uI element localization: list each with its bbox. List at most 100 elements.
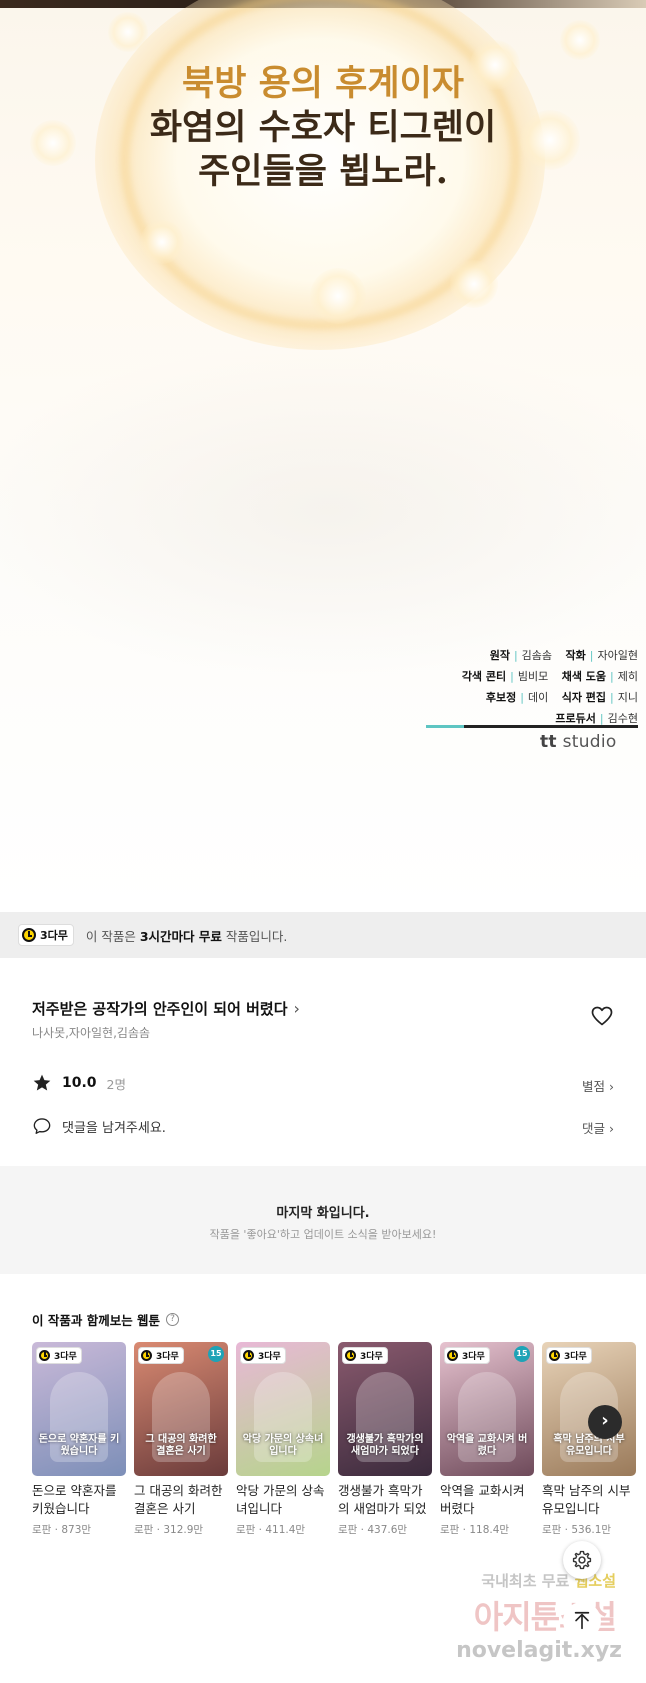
recommendation-title-text: 이 작품과 함께보는 웹툰 <box>32 1313 161 1328</box>
last-episode-title: 마지막 화입니다. <box>276 1206 370 1221</box>
last-episode-banner: 마지막 화입니다. 작품을 '좋아요'하고 업데이트 소식을 받아보세요! <box>0 1166 646 1274</box>
credit-separator: | <box>513 649 518 662</box>
recommendation-carousel: 돈으로 약혼자를 키웠습니다 3다무 돈으로 약혼자를 키웠습니다 로판 · 873만… <box>32 1342 646 1552</box>
notice-highlight: 3시간마다 무료 <box>139 928 222 944</box>
recommendation-cover[interactable]: 악당 가문의 상속녀입니다 3다무 <box>236 1342 330 1476</box>
star-icon <box>33 1074 51 1091</box>
comic-mist <box>0 340 646 680</box>
recommendation-card[interactable]: 악당 가문의 상속녀입니다 3다무 악당 가문의 상속녀입니다 로판 · 411.4만 <box>236 1342 330 1537</box>
badge-label: 3다무 <box>462 1352 485 1362</box>
rating-count: 2명 <box>106 1076 126 1092</box>
credit-role: 채색 도움 <box>561 670 607 683</box>
credit-separator: | <box>610 670 614 683</box>
work-title-link[interactable]: 저주받은 공작가의 안주인이 되어 버렸다 › <box>32 998 300 1019</box>
three-hour-free-badge: 3다무 <box>138 1346 184 1365</box>
recommendation-meta: 로판 · 118.4만 <box>440 1524 510 1536</box>
comment-link[interactable]: 댓글 › <box>582 1118 614 1137</box>
comment-prompt[interactable]: 댓글을 남겨주세요. <box>32 1116 166 1136</box>
credit-divider-bar <box>426 725 638 728</box>
recommendation-genre: 로판 <box>134 1524 154 1536</box>
credit-separator: | <box>599 712 604 725</box>
studio-logo: tt studio <box>540 732 617 752</box>
clock-icon <box>141 1350 152 1361</box>
recommendation-cover[interactable]: 그 대공의 화려한 결혼은 사기 3다무 15 <box>134 1342 228 1476</box>
three-hour-free-badge: 3다무 <box>342 1346 388 1365</box>
recommendation-views: 312.9만 <box>163 1524 204 1536</box>
work-title: 저주받은 공작가의 안주인이 되어 버렸다 <box>32 1000 288 1018</box>
recommendation-title[interactable]: 돈으로 약혼자를 키웠습니다 <box>32 1482 126 1518</box>
age-rating-badge: 15 <box>208 1346 224 1362</box>
recommendation-title[interactable]: 악역을 교화시켜 버렸다 <box>440 1482 534 1518</box>
viewer-settings-button[interactable] <box>563 1541 601 1579</box>
recommendation-section: 이 작품과 함께보는 웹툰 ? 돈으로 약혼자를 키웠습니다 3다무 돈으로 약혼자… <box>0 1280 646 1564</box>
cover-title-logo: 악당 가문의 상속녀입니다 <box>242 1434 324 1457</box>
cover-title-logo: 흑막 남주의 시부 유모입니다 <box>553 1434 625 1457</box>
recommendation-meta: 로판 · 873만 <box>32 1524 92 1536</box>
recommendation-cover[interactable]: 흑막 남주의 시부 유모입니다 3다무 <box>542 1342 636 1476</box>
recommendation-cover[interactable]: 갱생불가 흑막가의 새엄마가 되었다 3다무 <box>338 1342 432 1476</box>
badge-label: 3다무 <box>258 1352 281 1362</box>
help-icon[interactable]: ? <box>166 1313 180 1326</box>
three-hour-free-badge: 3다무 <box>444 1346 490 1365</box>
recommendation-card[interactable]: 갱생불가 흑막가의 새엄마가 되었다 3다무갱생불가 흑막가의 새엄마가 되었다로… <box>338 1342 432 1537</box>
clock-icon <box>345 1350 356 1361</box>
credit-role: 원작 <box>489 649 510 662</box>
notice-suffix: 작품입니다. <box>221 928 288 944</box>
cover-title-logo: 악역을 교화시켜 버렸다 <box>446 1434 528 1457</box>
credit-name: 지니 <box>617 691 638 704</box>
credit-role: 프로듀서 <box>555 712 596 725</box>
recommendation-card[interactable]: 그 대공의 화려한 결혼은 사기 3다무 15 그 대공의 화려한 결혼은 사기 로판 … <box>134 1342 228 1537</box>
sparkle <box>310 268 366 324</box>
watermark-line-1: 국내최초 무료 웹소설 <box>481 1570 616 1591</box>
badge-pill: 3다무 <box>546 1347 592 1364</box>
clock-icon <box>39 1350 50 1361</box>
recommendation-genre: 로판 <box>338 1524 358 1536</box>
comment-link-label: 댓글 <box>582 1121 606 1136</box>
chevron-right-icon: › <box>609 1121 614 1136</box>
recommendation-genre: 로판 <box>32 1524 52 1536</box>
badge-label: 3다무 <box>40 929 68 942</box>
recommendation-title: 이 작품과 함께보는 웹툰 ? <box>32 1310 180 1329</box>
chevron-right-icon: › <box>601 1410 609 1431</box>
carousel-next-button[interactable]: › <box>588 1405 622 1439</box>
comic-line-1: 북방 용의 후계이자 <box>182 63 464 104</box>
credit-name: 빔비모 <box>517 670 549 683</box>
like-button[interactable] <box>590 1004 614 1028</box>
studio-logo-name: studio <box>562 732 617 752</box>
recommendation-card[interactable]: 돈으로 약혼자를 키웠습니다 3다무 돈으로 약혼자를 키웠습니다 로판 · 873만 <box>32 1342 126 1537</box>
clock-icon <box>447 1350 458 1361</box>
rating-link[interactable]: 별점 › <box>582 1076 614 1095</box>
recommendation-cover[interactable]: 악역을 교화시켜 버렸다 3다무 15 <box>440 1342 534 1476</box>
cover-title-logo: 돈으로 약혼자를 키웠습니다 <box>38 1434 120 1457</box>
comment-prompt-text: 댓글을 남겨주세요. <box>62 1120 166 1136</box>
recommendation-cover[interactable]: 돈으로 약혼자를 키웠습니다 3다무 <box>32 1342 126 1476</box>
credit-name: 데이 <box>527 691 549 704</box>
scroll-top-button[interactable] <box>563 1602 601 1640</box>
credit-separator: | <box>610 691 614 704</box>
sparkle <box>108 12 148 52</box>
recommendation-title[interactable]: 흑막 남주의 시부 유모입니다 <box>542 1482 636 1518</box>
credits-row: 원작 | 김솜솜 작화 | 자아일현 <box>338 645 638 666</box>
chevron-right-icon: › <box>609 1079 614 1094</box>
rating-value: 10.0 <box>62 1075 97 1091</box>
recommendation-genre: 로판 <box>542 1524 562 1536</box>
three-hour-free-badge: 3다무 <box>240 1346 286 1365</box>
comic-line-3: 주인들을 뵙노라. <box>198 151 448 192</box>
clock-icon <box>243 1350 254 1361</box>
sparkle <box>450 260 498 308</box>
recommendation-title[interactable]: 악당 가문의 상속녀입니다 <box>236 1482 330 1518</box>
last-episode-subtitle: 작품을 '좋아요'하고 업데이트 소식을 받아보세요! <box>209 1228 437 1241</box>
recommendation-card[interactable]: 악역을 교화시켜 버렸다 3다무 15 악역을 교화시켜 버렸다 로판 · 118.4만 <box>440 1342 534 1537</box>
credit-divider-accent <box>426 725 464 728</box>
clock-icon <box>549 1350 560 1361</box>
recommendation-card[interactable]: 흑막 남주의 시부 유모입니다 3다무 흑막 남주의 시부 유모입니다 로판 · 53… <box>542 1342 636 1537</box>
work-authors: 나사못,자아일현,김솜솜 <box>32 1026 151 1040</box>
badge-label: 3다무 <box>360 1352 383 1362</box>
cover-title-logo: 그 대공의 화려한 결혼은 사기 <box>145 1434 217 1457</box>
recommendation-title[interactable]: 갱생불가 흑막가의 새엄마가 되었다 <box>338 1482 432 1518</box>
recommendation-title[interactable]: 그 대공의 화려한 결혼은 사기 <box>134 1482 228 1518</box>
heart-icon <box>591 1006 613 1026</box>
clock-icon <box>22 928 36 942</box>
arrow-up-icon <box>574 1611 590 1630</box>
recommendation-views: 873만 <box>61 1524 92 1536</box>
